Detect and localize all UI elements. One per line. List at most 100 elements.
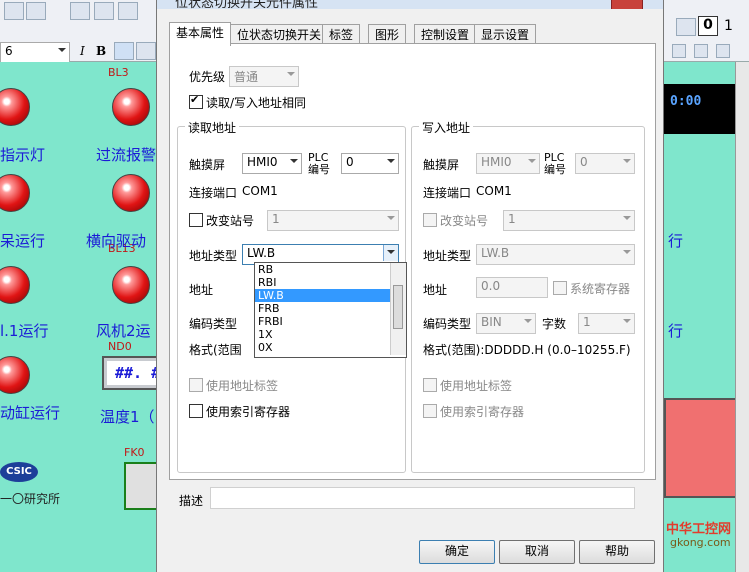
write-address-group bbox=[411, 126, 645, 473]
tab-bar: 基本属性 位状态切换开关 标签 图形 控制设置 显示设置 bbox=[169, 22, 649, 46]
numeric-display[interactable]: ##. # bbox=[102, 356, 167, 390]
dropdown-option[interactable]: RBI bbox=[255, 276, 390, 289]
indicator-lamp[interactable] bbox=[112, 266, 150, 304]
ok-button[interactable]: 确定 bbox=[419, 540, 495, 564]
write-screen-select[interactable]: HMI0 bbox=[476, 153, 540, 174]
addr-type-dropdown-list[interactable]: RB RBI LW.B FRB FRBI 1X 0X bbox=[254, 262, 407, 358]
logo-subtitle: 一〇研究所 bbox=[0, 492, 61, 506]
read-addr-label: 地址 bbox=[189, 283, 214, 297]
lamp-label: 指示灯 bbox=[0, 146, 46, 164]
font-size-combo[interactable]: 6 bbox=[0, 42, 70, 63]
write-format-text: 格式(范围):DDDDD.H (0.0–10255.F) bbox=[423, 343, 631, 357]
help-button[interactable]: 帮助 bbox=[579, 540, 655, 564]
close-button[interactable] bbox=[611, 0, 643, 9]
red-button[interactable] bbox=[664, 398, 744, 498]
align-center-icon[interactable] bbox=[136, 42, 156, 60]
priority-label: 优先级 bbox=[189, 70, 226, 84]
write-port-value: COM1 bbox=[476, 184, 512, 198]
read-use-tag-checkbox[interactable] bbox=[189, 378, 203, 392]
system-reg-checkbox[interactable] bbox=[553, 281, 567, 295]
tab-basic[interactable]: 基本属性 bbox=[169, 22, 232, 46]
write-encode-select[interactable]: BIN bbox=[476, 313, 536, 334]
toolbar-button[interactable] bbox=[94, 2, 114, 20]
lamp-label: 动缸运行 bbox=[0, 404, 61, 422]
dropdown-scrollbar[interactable] bbox=[390, 263, 406, 355]
element-id: FK0 bbox=[124, 446, 145, 459]
read-format-label: 格式(范围 bbox=[189, 343, 242, 357]
write-addr-label: 地址 bbox=[423, 283, 448, 297]
digit-button[interactable]: 0 bbox=[698, 16, 718, 36]
read-screen-select[interactable]: HMI0 bbox=[242, 153, 302, 174]
scroll-thumb[interactable] bbox=[393, 285, 403, 329]
grid-icon[interactable] bbox=[716, 44, 730, 58]
toolbar-button[interactable] bbox=[70, 2, 90, 20]
lamp-label: l.1运行 bbox=[0, 322, 49, 340]
write-addr-type-select[interactable]: LW.B bbox=[476, 244, 635, 265]
indicator-lamp[interactable] bbox=[0, 88, 30, 126]
indicator-lamp[interactable] bbox=[0, 174, 30, 212]
align-left-icon[interactable] bbox=[114, 42, 134, 60]
dropdown-option[interactable]: 1X bbox=[255, 328, 390, 341]
grid-icon[interactable] bbox=[694, 44, 708, 58]
bold-button[interactable]: B bbox=[96, 44, 106, 58]
lamp-label: 行 bbox=[668, 232, 684, 250]
digit-button[interactable]: 1 bbox=[724, 18, 733, 34]
write-digits-select[interactable]: 1 bbox=[578, 313, 635, 334]
read-plc-label: PLC 编号 bbox=[308, 151, 330, 176]
dropdown-option[interactable]: RB bbox=[255, 263, 390, 276]
tab-control[interactable]: 控制设置 bbox=[414, 24, 477, 44]
read-encode-label: 编码类型 bbox=[189, 317, 238, 331]
cancel-button[interactable]: 取消 bbox=[499, 540, 575, 564]
write-change-station-label: 改变站号 bbox=[440, 214, 489, 228]
function-key-button[interactable] bbox=[124, 462, 158, 510]
read-change-station-checkbox[interactable] bbox=[189, 213, 203, 227]
temperature-label: 温度1（ bbox=[100, 408, 155, 426]
priority-select[interactable]: 普通 bbox=[229, 66, 299, 87]
tab-label[interactable]: 标签 bbox=[322, 24, 361, 44]
csic-logo: CSIC bbox=[0, 462, 38, 482]
grid-icon[interactable] bbox=[672, 44, 686, 58]
indicator-lamp[interactable] bbox=[0, 356, 30, 394]
watermark-url: gkong.com bbox=[670, 536, 731, 549]
indicator-lamp[interactable] bbox=[112, 174, 150, 212]
rw-same-label: 读取/写入地址相同 bbox=[206, 96, 307, 110]
write-use-index-checkbox[interactable] bbox=[423, 404, 437, 418]
read-screen-label: 触摸屏 bbox=[189, 158, 226, 172]
write-use-tag-checkbox[interactable] bbox=[423, 378, 437, 392]
toolbar-button[interactable] bbox=[4, 2, 24, 20]
system-reg-label: 系统寄存器 bbox=[570, 282, 631, 296]
italic-button[interactable]: I bbox=[80, 44, 85, 58]
dropdown-option[interactable]: FRBI bbox=[255, 315, 390, 328]
indicator-lamp[interactable] bbox=[112, 88, 150, 126]
write-plc-select[interactable]: 0 bbox=[575, 153, 635, 174]
write-addr-type-label: 地址类型 bbox=[423, 249, 472, 263]
description-label: 描述 bbox=[179, 494, 204, 508]
read-plc-select[interactable]: 0 bbox=[341, 153, 399, 174]
vertical-scrollbar[interactable] bbox=[735, 62, 749, 572]
read-use-index-checkbox[interactable] bbox=[189, 404, 203, 418]
element-id: BL3 bbox=[108, 66, 129, 79]
tab-graphics[interactable]: 图形 bbox=[368, 24, 407, 44]
watermark-title: 中华工控网 bbox=[666, 522, 732, 537]
dropdown-option[interactable]: FRB bbox=[255, 302, 390, 315]
font-color-icon[interactable] bbox=[26, 2, 46, 20]
write-change-station-checkbox[interactable] bbox=[423, 213, 437, 227]
write-station-select[interactable]: 1 bbox=[503, 210, 635, 231]
read-station-select[interactable]: 1 bbox=[267, 210, 399, 231]
write-digits-label: 字数 bbox=[542, 317, 567, 331]
rw-same-checkbox[interactable] bbox=[189, 93, 203, 109]
tab-bit-switch[interactable]: 位状态切换开关 bbox=[230, 24, 329, 44]
read-use-tag-label: 使用地址标签 bbox=[206, 379, 279, 393]
lamp-label: 行 bbox=[668, 322, 684, 340]
write-addr-input[interactable]: 0.0 bbox=[476, 277, 548, 298]
indicator-lamp[interactable] bbox=[0, 266, 30, 304]
toolbar-button[interactable] bbox=[118, 2, 138, 20]
description-input[interactable] bbox=[210, 487, 635, 509]
lamp-label: 风机2运 bbox=[96, 322, 151, 340]
dropdown-option-selected[interactable]: LW.B bbox=[255, 289, 390, 302]
toolbar-button[interactable] bbox=[676, 18, 696, 36]
dropdown-option[interactable]: 0X bbox=[255, 341, 390, 354]
element-id: ND0 bbox=[108, 340, 132, 353]
write-plc-label: PLC 编号 bbox=[544, 151, 566, 176]
tab-display[interactable]: 显示设置 bbox=[474, 24, 537, 44]
